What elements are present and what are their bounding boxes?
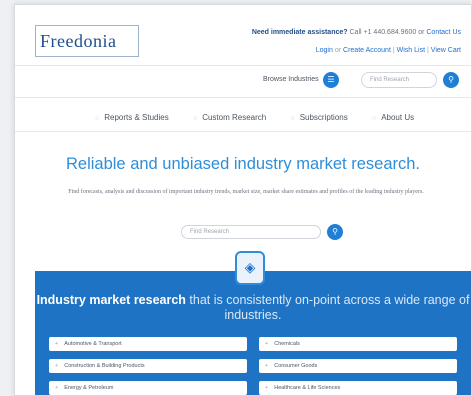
industry-item[interactable]: + Healthcare & Life Sciences xyxy=(259,381,457,395)
industry-badge-icon: ◈ xyxy=(235,251,265,285)
menu-icon: ☰ xyxy=(327,75,335,84)
browse-industries-label[interactable]: Browse Industries xyxy=(263,76,319,83)
nav-divider xyxy=(15,131,471,132)
bullet-icon: ○ xyxy=(192,115,198,122)
help-line: Need immediate assistance? Call +1 440.6… xyxy=(252,29,461,36)
view-cart-link[interactable]: View Cart xyxy=(431,47,461,54)
freedonia-logo[interactable]: Freedonia xyxy=(35,25,139,57)
industries-title: Industry market research that is consist… xyxy=(36,293,470,322)
main-nav: ○ Reports & Studies ○ Custom Research ○ Sub… xyxy=(95,113,436,122)
industry-item[interactable]: + Consumer Goods xyxy=(259,359,457,373)
wish-list-link[interactable]: Wish List xyxy=(397,47,425,54)
header-divider xyxy=(15,65,471,66)
help-strong-text: Need immediate assistance? xyxy=(251,29,348,36)
toolbar-divider xyxy=(15,97,471,98)
nav-item-reports[interactable]: ○ Reports & Studies xyxy=(95,113,169,122)
hero-title: Reliable and unbiased industry market re… xyxy=(65,155,421,173)
login-link[interactable]: Login xyxy=(316,47,333,54)
nav-item-about-us[interactable]: ○ About Us xyxy=(372,113,414,122)
industries-section: Industry market research that is consist… xyxy=(35,271,471,395)
plus-icon: + xyxy=(55,385,59,391)
or-text: or xyxy=(334,47,342,54)
separator: | xyxy=(427,47,429,54)
hero-subtitle: Find forecasts, analysis and discussion … xyxy=(68,189,424,195)
plus-icon: + xyxy=(55,363,59,369)
bullet-icon: ○ xyxy=(290,115,295,122)
industry-item[interactable]: + Chemicals xyxy=(259,337,457,351)
help-call-text: Call +1 440.684.9600 or xyxy=(349,29,425,36)
plus-icon: + xyxy=(265,385,269,391)
search-icon: ⚲ xyxy=(448,75,454,84)
browse-menu-button[interactable]: ☰ xyxy=(323,72,339,88)
industry-item[interactable]: + Construction & Building Products xyxy=(49,359,247,373)
contact-us-link[interactable]: Contact Us xyxy=(426,29,461,36)
create-account-link[interactable]: Create Account xyxy=(343,47,391,54)
nav-item-subscriptions[interactable]: ○ Subscriptions xyxy=(290,113,347,122)
plus-icon: + xyxy=(265,363,269,369)
top-search-button[interactable]: ⚲ xyxy=(443,72,459,88)
separator: | xyxy=(392,47,395,54)
browser-page: Freedonia Need immediate assistance? Cal… xyxy=(14,4,472,396)
industry-item[interactable]: + Automotive & Transport xyxy=(49,337,247,351)
account-links: Login or Create Account | Wish List | Vi… xyxy=(316,47,461,54)
search-icon: ⚲ xyxy=(332,227,338,236)
bullet-icon: ○ xyxy=(371,115,377,122)
bullet-icon: ○ xyxy=(95,115,100,122)
top-search-input[interactable]: Find Research xyxy=(361,72,437,88)
plus-icon: + xyxy=(265,341,269,347)
hero-search-button[interactable]: ⚲ xyxy=(327,224,343,240)
industry-item[interactable]: + Energy & Petroleum xyxy=(49,381,247,395)
hero-search-input[interactable]: Find Research xyxy=(181,225,321,239)
nav-item-custom-research[interactable]: ○ Custom Research xyxy=(193,113,266,122)
plus-icon: + xyxy=(55,341,59,347)
